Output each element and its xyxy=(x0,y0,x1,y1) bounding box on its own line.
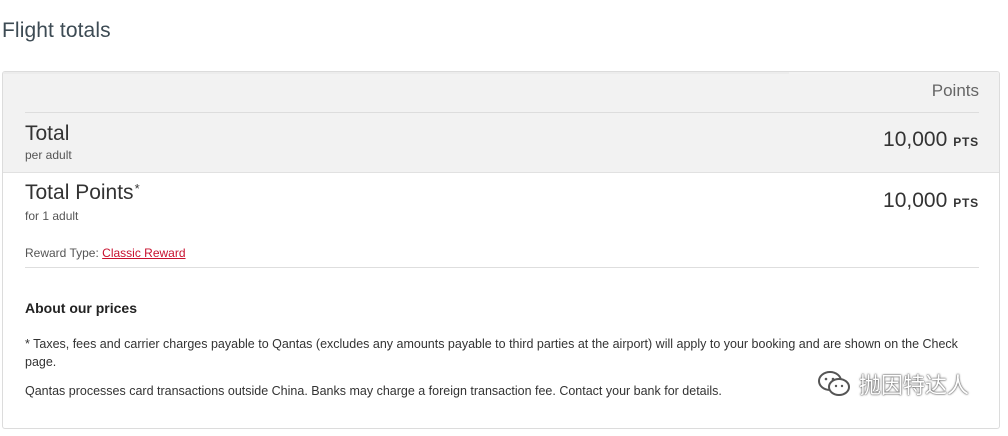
section-divider xyxy=(25,267,979,268)
header-divider xyxy=(25,112,979,113)
wechat-icon xyxy=(817,370,851,398)
total-points-amount: 10,000 PTS xyxy=(883,189,979,213)
total-amount-value: 10,000 xyxy=(883,128,948,151)
total-points-text: Total Points xyxy=(25,181,134,204)
total-points-amount-unit: PTS xyxy=(953,196,979,210)
total-sub-label: per adult xyxy=(25,148,72,162)
watermark: 抛因特达人 xyxy=(817,368,969,400)
reward-type-line: Reward Type: Classic Reward xyxy=(25,246,186,260)
reward-type-label: Reward Type: xyxy=(25,246,99,260)
total-label: Total xyxy=(25,122,70,145)
about-prices-heading: About our prices xyxy=(25,300,138,316)
header-strip xyxy=(3,72,789,74)
taxes-fees-note: * Taxes, fees and carrier charges payabl… xyxy=(25,337,958,369)
points-column-header: Points xyxy=(931,81,979,100)
total-points-sub-label: for 1 adult xyxy=(25,209,79,223)
total-points-amount-value: 10,000 xyxy=(883,189,948,212)
page-title: Flight totals xyxy=(2,19,111,42)
classic-reward-link[interactable]: Classic Reward xyxy=(102,246,185,260)
total-header-section: Points Total per adult 10,000 PTS xyxy=(3,72,999,173)
flight-totals-card: Points Total per adult 10,000 PTS Total P… xyxy=(2,71,1000,429)
total-amount: 10,000 PTS xyxy=(883,128,979,152)
total-points-asterisk: * xyxy=(134,181,140,196)
total-amount-unit: PTS xyxy=(953,135,979,149)
total-points-label: Total Points* xyxy=(25,181,140,205)
watermark-text: 抛因特达人 xyxy=(858,374,969,399)
